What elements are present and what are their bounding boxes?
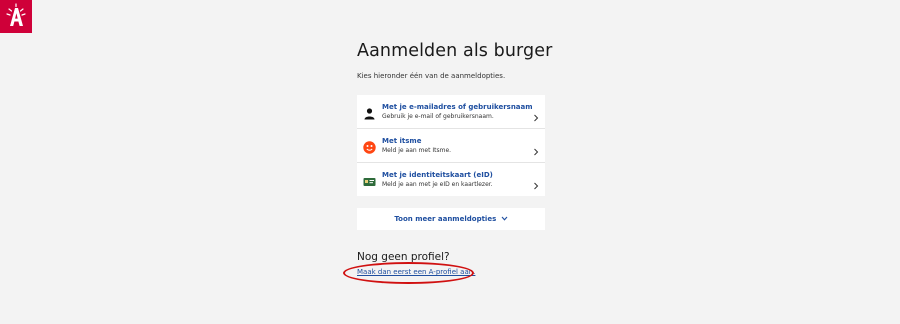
itsme-icon [363,139,376,154]
option-email-title: Met je e-mailadres of gebruikersnaam [382,103,533,111]
login-options-list: Met je e-mailadres of gebruikersnaam Geb… [357,95,545,196]
eid-card-icon [363,173,376,186]
option-eid-description: Meld je aan met je eID en kaartlezer. [382,181,493,188]
show-more-options-label: Toon meer aanmeldopties [394,215,497,223]
page-title: Aanmelden als burger [357,41,553,61]
a-logo[interactable] [0,0,32,33]
show-more-options-row: Toon meer aanmeldopties [357,215,545,223]
create-profile-link[interactable]: Maak dan eerst een A-profiel aan. [357,268,475,276]
option-eid[interactable]: Met je identiteitskaart (eID) Meld je aa… [357,163,545,196]
user-icon [363,105,376,120]
show-more-options-button[interactable]: Toon meer aanmeldopties [357,208,545,230]
a-logo-icon [0,0,32,33]
no-profile-heading: Nog geen profiel? [357,251,450,263]
option-itsme-title: Met itsme [382,137,422,145]
chevron-right-icon [533,141,539,156]
chevron-right-icon [533,175,539,190]
option-itsme[interactable]: Met itsme Meld je aan met Itsme. [357,129,545,163]
option-email-description: Gebruik je e-mail of gebruikersnaam. [382,113,494,120]
option-itsme-description: Meld je aan met Itsme. [382,147,452,154]
option-email[interactable]: Met je e-mailadres of gebruikersnaam Geb… [357,95,545,129]
chevron-down-icon [501,215,508,223]
option-eid-title: Met je identiteitskaart (eID) [382,171,493,179]
page-subtitle: Kies hieronder één van de aanmeldopties. [357,72,506,80]
chevron-right-icon [533,107,539,122]
